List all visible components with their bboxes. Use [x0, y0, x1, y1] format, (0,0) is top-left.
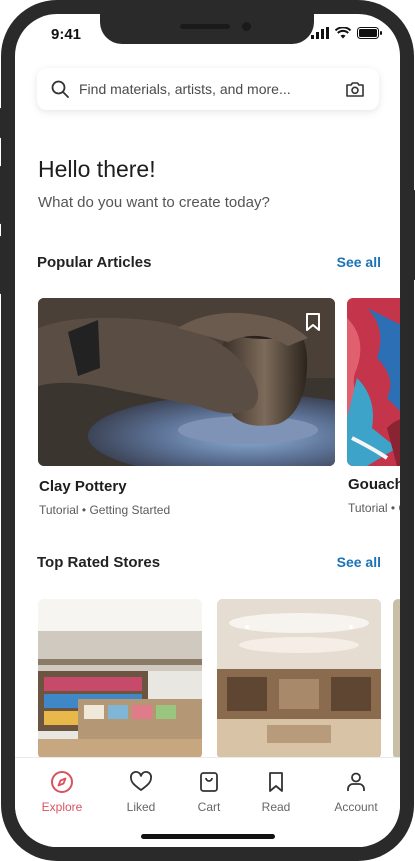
greeting-subtitle: What do you want to create today? — [38, 194, 270, 211]
store-image[interactable] — [38, 599, 202, 759]
screen: 9:41 Find materials, artists, and more..… — [15, 14, 400, 847]
home-indicator[interactable] — [141, 834, 275, 839]
clay-pottery-article-image[interactable] — [38, 298, 335, 466]
nav-label: Explore — [41, 800, 83, 814]
person-icon — [347, 772, 365, 791]
nav-explore[interactable]: Explore — [27, 770, 97, 814]
nav-label: Cart — [197, 800, 221, 814]
store-image[interactable] — [217, 599, 381, 759]
battery-icon — [357, 27, 382, 39]
article-title[interactable]: Gouache — [348, 476, 400, 493]
search-icon — [51, 80, 69, 98]
compass-icon — [51, 771, 73, 793]
wifi-icon — [335, 27, 351, 39]
stores-see-all-link[interactable]: See all — [337, 554, 381, 570]
nav-account[interactable]: Account — [321, 770, 391, 814]
search-input[interactable]: Find materials, artists, and more... — [79, 81, 345, 97]
bottom-nav: Explore Liked Cart Read Account — [15, 757, 400, 847]
notch — [100, 14, 314, 44]
camera-icon[interactable] — [345, 81, 365, 98]
nav-cart[interactable]: Cart — [174, 770, 244, 814]
nav-liked[interactable]: Liked — [106, 770, 176, 814]
bag-icon — [200, 772, 218, 792]
bookmark-icon[interactable] — [305, 312, 321, 332]
bookmark-icon — [269, 772, 283, 792]
mute-switch — [0, 108, 2, 138]
article-title[interactable]: Clay Pottery — [39, 478, 127, 495]
nav-label: Account — [334, 800, 378, 814]
search-bar[interactable]: Find materials, artists, and more... — [37, 68, 379, 110]
volume-down-button — [0, 236, 2, 294]
status-icons — [311, 27, 382, 39]
heart-icon — [130, 771, 152, 791]
nav-label: Liked — [126, 800, 156, 814]
store-image[interactable] — [393, 599, 400, 759]
nav-read[interactable]: Read — [241, 770, 311, 814]
signal-icon — [311, 27, 329, 39]
top-rated-stores-title: Top Rated Stores — [37, 554, 161, 571]
article-subtitle: Tutorial • Getting Started — [348, 501, 400, 515]
phone-frame: 9:41 Find materials, artists, and more..… — [0, 0, 415, 861]
articles-see-all-link[interactable]: See all — [337, 254, 381, 270]
article-subtitle: Tutorial • Getting Started — [39, 503, 171, 517]
greeting-title: Hello there! — [38, 156, 156, 182]
popular-articles-title: Popular Articles — [37, 254, 152, 271]
gouache-article-image[interactable] — [347, 298, 400, 466]
volume-up-button — [0, 166, 2, 224]
status-time: 9:41 — [51, 26, 82, 43]
nav-label: Read — [261, 800, 291, 814]
